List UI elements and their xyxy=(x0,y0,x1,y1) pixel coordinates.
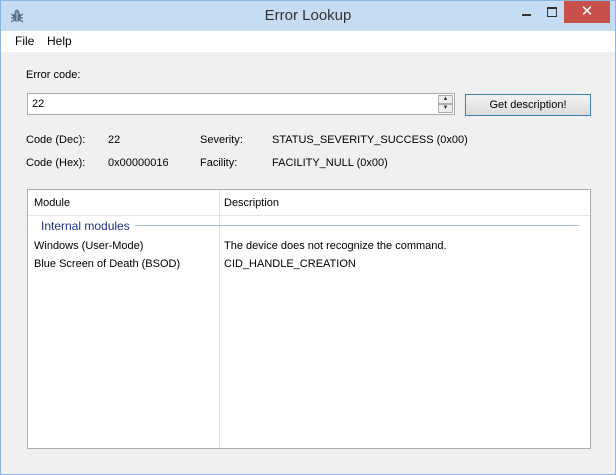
row-description: CID_HANDLE_CREATION xyxy=(224,258,356,270)
menu-help[interactable]: Help xyxy=(47,34,72,48)
menu-bar: File Help xyxy=(1,31,615,52)
severity-label: Severity: xyxy=(200,134,243,146)
row-description: The device does not recognize the comman… xyxy=(224,240,447,252)
spin-up-button[interactable]: ▲ xyxy=(438,95,453,104)
menu-file[interactable]: File xyxy=(15,34,34,48)
table-row[interactable]: Windows (User-Mode) The device does not … xyxy=(28,238,590,256)
error-code-field[interactable]: ▲ ▼ xyxy=(27,93,455,115)
spin-down-button[interactable]: ▼ xyxy=(438,104,453,113)
app-window: Error Lookup ✕ File Help Error code: ▲ ▼… xyxy=(0,0,616,475)
table-row[interactable]: Blue Screen of Death (BSOD) CID_HANDLE_C… xyxy=(28,256,590,274)
list-header: Module Description xyxy=(28,190,590,216)
group-divider xyxy=(135,225,579,226)
row-module: Blue Screen of Death (BSOD) xyxy=(34,258,181,270)
error-code-label: Error code: xyxy=(26,69,81,81)
group-header-internal-modules[interactable]: Internal modules xyxy=(41,219,130,233)
row-module: Windows (User-Mode) xyxy=(34,240,144,252)
facility-value: FACILITY_NULL (0x00) xyxy=(272,157,388,169)
minimize-icon xyxy=(522,14,531,16)
close-icon: ✕ xyxy=(580,3,594,20)
code-hex-label: Code (Hex): xyxy=(26,157,86,169)
code-hex-value: 0x00000016 xyxy=(108,157,169,169)
code-dec-value: 22 xyxy=(108,134,121,146)
column-header-description[interactable]: Description xyxy=(224,197,279,209)
severity-value: STATUS_SEVERITY_SUCCESS (0x00) xyxy=(272,134,468,146)
results-list[interactable]: Module Description Internal modules Wind… xyxy=(27,189,591,449)
minimize-button[interactable] xyxy=(513,1,539,23)
maximize-button[interactable] xyxy=(539,1,565,23)
column-separator xyxy=(219,190,220,448)
facility-label: Facility: xyxy=(200,157,238,169)
get-description-button[interactable]: Get description! xyxy=(465,94,591,116)
close-button[interactable]: ✕ xyxy=(564,1,610,23)
code-dec-label: Code (Dec): xyxy=(26,134,86,146)
title-bar[interactable]: Error Lookup ✕ xyxy=(1,1,615,31)
arrow-up-icon: ▲ xyxy=(442,96,449,102)
column-header-module[interactable]: Module xyxy=(34,197,70,209)
maximize-icon xyxy=(547,7,557,17)
error-code-input[interactable] xyxy=(32,96,432,112)
arrow-down-icon: ▼ xyxy=(442,105,449,111)
